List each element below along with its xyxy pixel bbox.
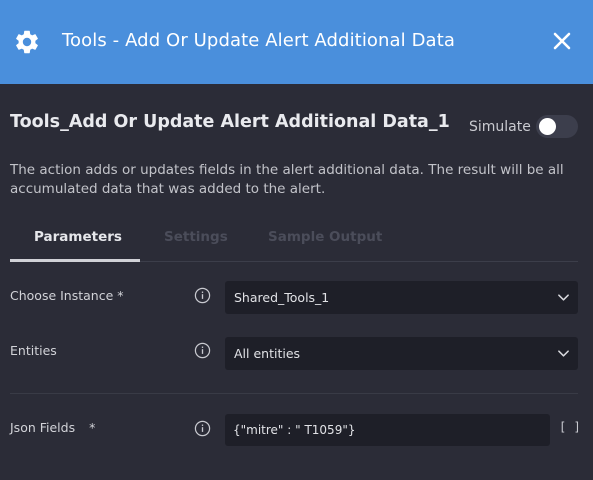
json-fields-label: Json Fields * [10, 420, 95, 435]
dialog-title: Tools - Add Or Update Alert Additional D… [62, 30, 455, 51]
expand-editor-button[interactable]: [ ] [559, 420, 581, 434]
section-divider [10, 393, 578, 394]
tab-bar: Parameters Settings Sample Output [10, 222, 578, 262]
entities-select[interactable]: All entities [225, 337, 578, 370]
choose-instance-label: Choose Instance * [10, 288, 124, 303]
chevron-down-icon [558, 350, 569, 357]
tab-settings[interactable]: Settings [164, 229, 228, 245]
simulate-toggle[interactable] [536, 115, 578, 138]
instance-select[interactable]: Shared_Tools_1 [225, 281, 578, 314]
tab-sample-output[interactable]: Sample Output [268, 229, 382, 245]
entities-label: Entities [10, 343, 57, 358]
active-tab-indicator [10, 259, 140, 262]
info-icon[interactable] [194, 342, 211, 359]
json-fields-label-text: Json Fields [10, 420, 76, 435]
info-icon[interactable] [194, 287, 211, 304]
toggle-knob [539, 118, 556, 135]
instance-select-value: Shared_Tools_1 [234, 290, 330, 305]
simulate-label: Simulate [469, 119, 531, 135]
info-icon[interactable] [194, 420, 211, 437]
chevron-down-icon [558, 294, 569, 301]
dialog-header: Tools - Add Or Update Alert Additional D… [0, 0, 593, 84]
entities-select-value: All entities [234, 346, 301, 361]
action-description: The action adds or updates fields in the… [10, 162, 564, 197]
json-fields-input[interactable] [225, 414, 550, 446]
required-mark: * [89, 420, 96, 435]
tab-parameters[interactable]: Parameters [34, 229, 122, 245]
gear-icon [16, 30, 38, 54]
close-icon[interactable] [550, 29, 574, 53]
action-name: Tools_Add Or Update Alert Additional Dat… [10, 112, 450, 132]
